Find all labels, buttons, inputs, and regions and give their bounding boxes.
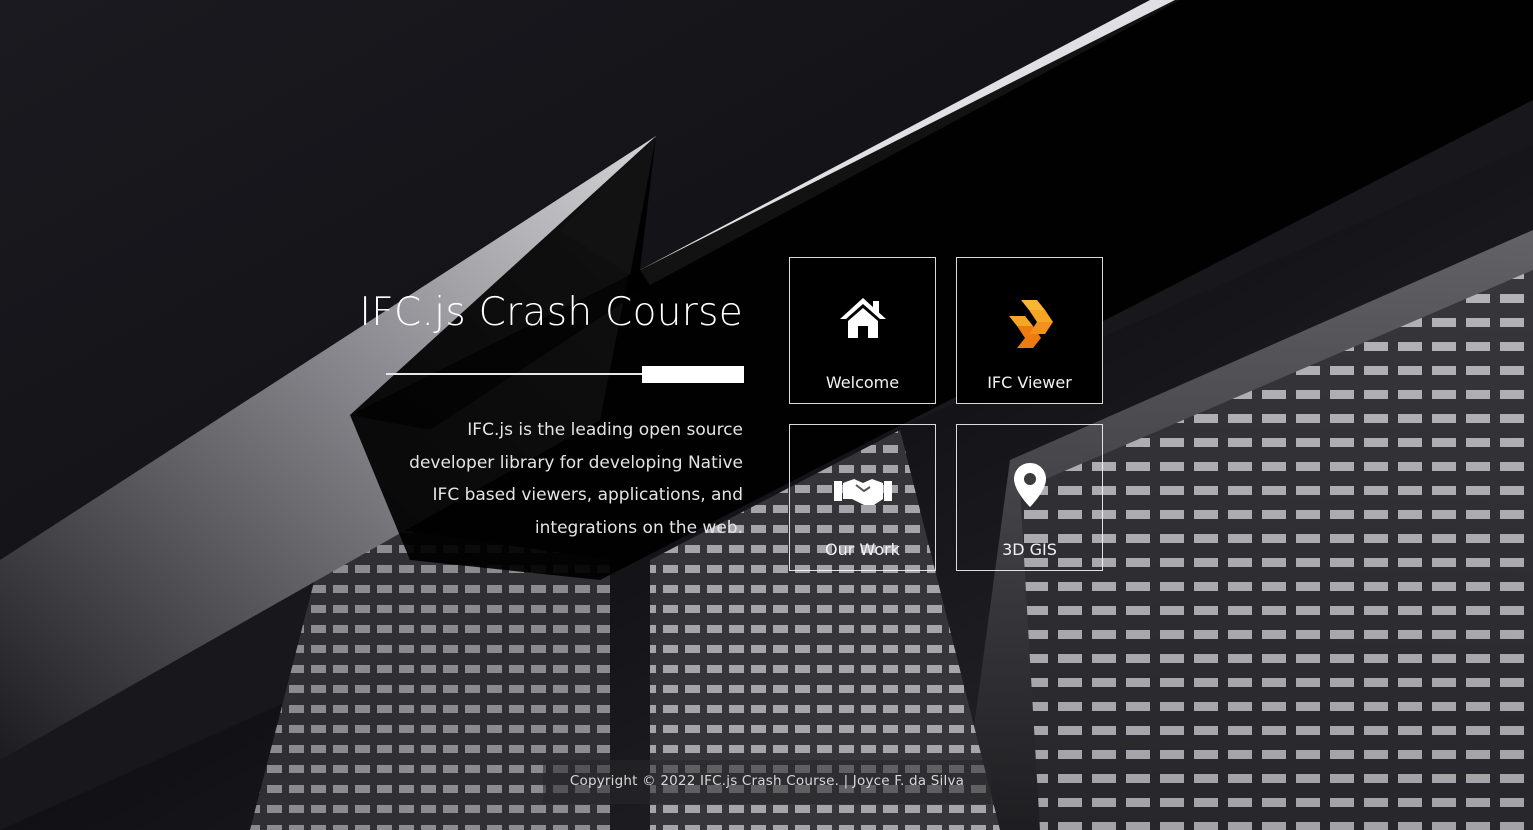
tile-label: Welcome xyxy=(825,373,900,392)
footer: Copyright © 2022 IFC.js Crash Course. | … xyxy=(543,760,991,804)
title-divider-line xyxy=(386,373,644,375)
tile-our-work[interactable]: Our Work xyxy=(789,424,936,571)
tile-welcome[interactable]: Welcome xyxy=(789,257,936,404)
tile-label: Our Work xyxy=(825,540,900,559)
tile-ifc-viewer[interactable]: IFC Viewer xyxy=(956,257,1103,404)
copyright-text: Copyright © 2022 IFC.js Crash Course. | … xyxy=(569,773,965,789)
tile-3d-gis[interactable]: 3D GIS xyxy=(956,424,1103,571)
page-title: IFC.js Crash Course xyxy=(359,290,743,335)
home-icon xyxy=(790,296,935,344)
tile-label: 3D GIS xyxy=(1002,540,1057,559)
ifcjs-logo-icon xyxy=(957,296,1102,348)
map-pin-icon xyxy=(957,463,1102,511)
handshake-icon xyxy=(790,463,935,511)
page-description: IFC.js is the leading open source develo… xyxy=(409,420,743,538)
background-image xyxy=(0,0,1533,830)
title-divider-bar xyxy=(642,366,744,383)
tile-label: IFC Viewer xyxy=(987,373,1072,392)
